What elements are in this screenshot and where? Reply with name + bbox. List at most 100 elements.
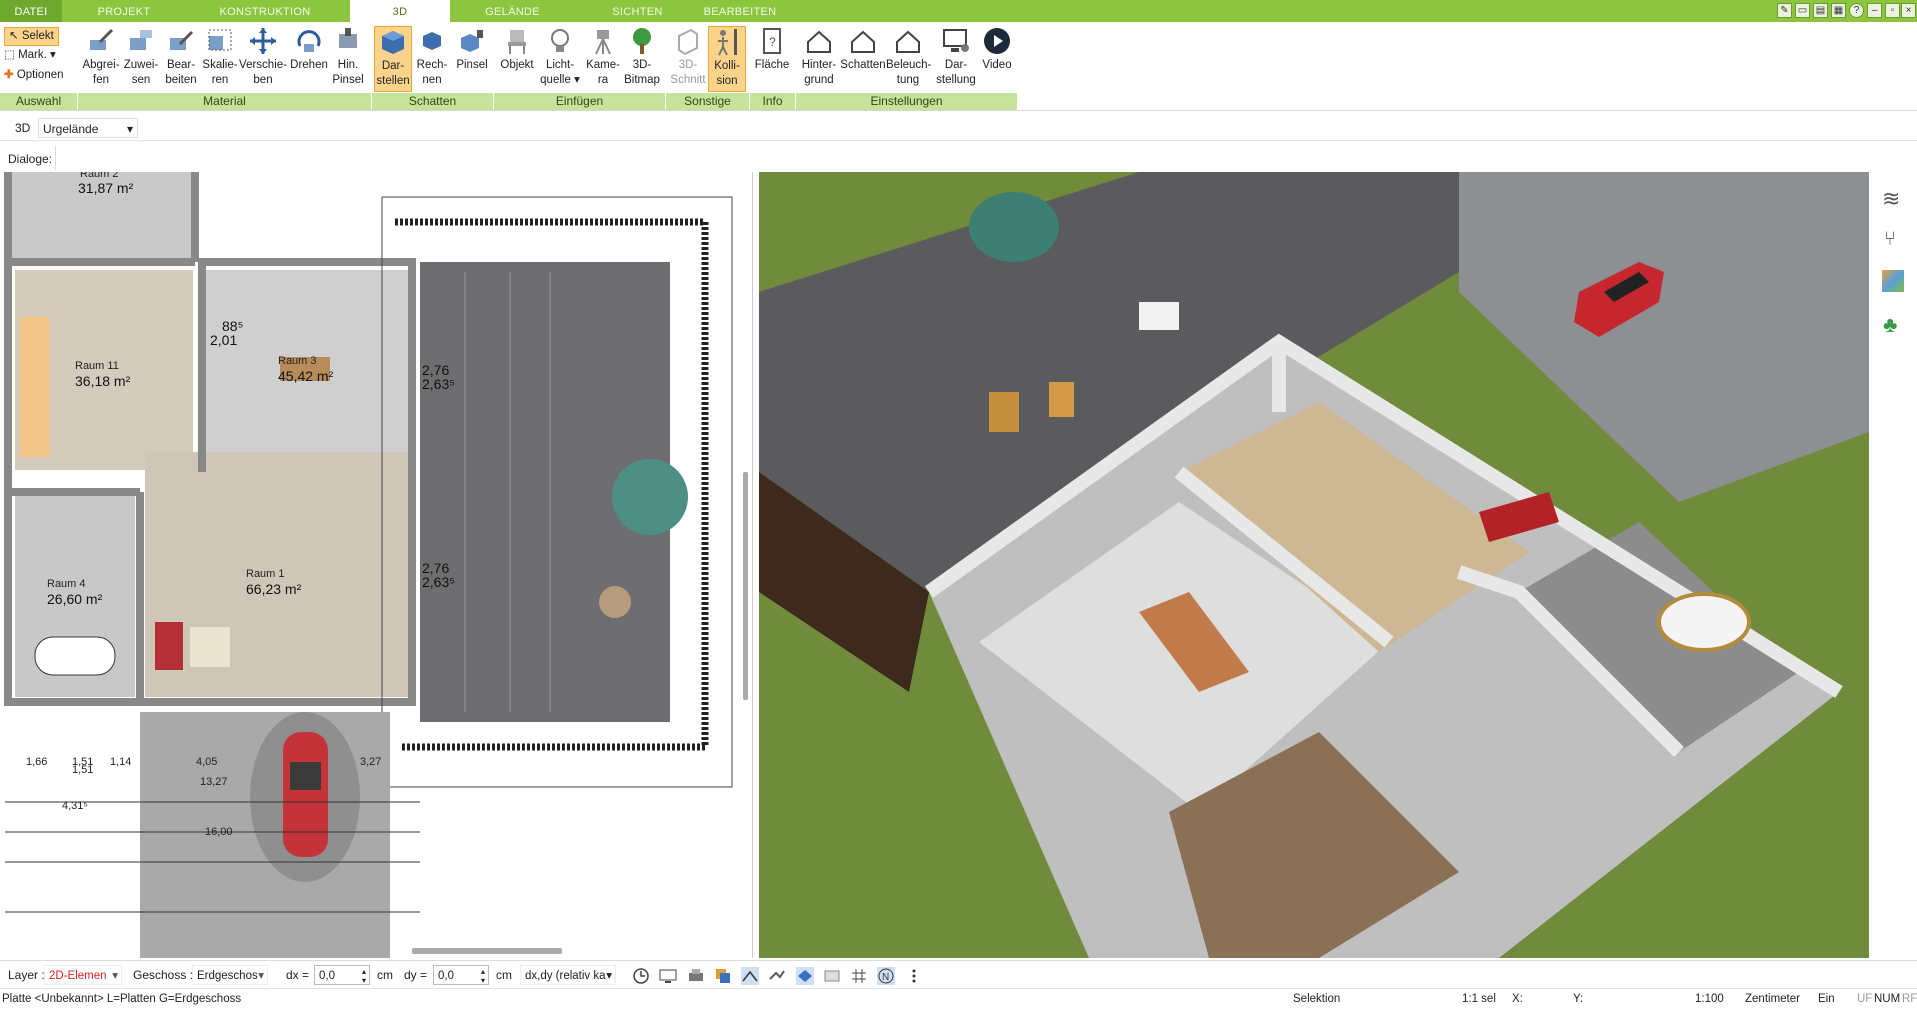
tab-3d[interactable]: 3D [350,0,450,22]
help-icon[interactable]: ? [1849,3,1864,18]
hintergrund-button[interactable]: Hinter-grund [797,26,841,88]
chair-icon[interactable]: ⑂ [1884,228,1896,251]
beleuchtung-button[interactable]: Beleuch-tung [886,26,931,88]
pinsel-button[interactable]: Pinsel [452,26,492,73]
horizontal-scrollbar[interactable] [412,948,562,954]
spinner-icon[interactable]: ▴ ▾ [481,967,485,985]
layer-select[interactable]: 2D-Elemen ▾ [44,965,122,985]
dx-input[interactable]: 0,0 ▴ ▾ [314,965,370,985]
layers-color-icon[interactable] [714,967,732,985]
status-x: X: [1512,993,1523,1005]
bearbeiten-button[interactable]: Bear-beiten [160,26,202,88]
label: Pinsel [332,74,364,86]
vertical-scrollbar[interactable] [743,472,748,700]
material-palette-icon[interactable] [1882,270,1904,292]
label: Bitmap [624,74,660,86]
selekt-button[interactable]: ↖ Selekt [4,27,59,46]
spinner-icon[interactable]: ▴ ▾ [362,967,366,985]
pen-icon[interactable]: ✎ [1777,3,1792,18]
hin-pinsel-button[interactable]: Hin. Pinsel [328,26,368,88]
drehen-button[interactable]: Drehen [288,26,330,73]
layer-label: Layer : [8,968,45,982]
tree-icon[interactable]: ♣ [1883,312,1897,338]
dialoge-label: Dialoge: [8,152,53,166]
room-area: 66,23 m² [246,581,302,597]
floor-plan-2d[interactable]: Raum 2 31,87 m² Raum 11 36,18 m² Raum 3 … [0,172,753,958]
label: Fläche [754,59,790,71]
label: quelle [540,74,571,86]
plane-icon[interactable] [796,967,814,985]
kollision-button[interactable]: Kolli-sion [708,26,746,92]
kamera-button[interactable]: Kame-ra [583,26,623,88]
section-cut-icon [678,28,698,56]
coordinate-mode-select[interactable]: dx,dy (relativ ka ▾ [520,965,616,985]
close-icon[interactable]: × [1901,3,1916,18]
group-material: Material [78,93,372,110]
more-options-icon[interactable] [905,967,923,985]
print-icon[interactable] [687,967,705,985]
folder-icon[interactable]: ▭ [1795,3,1810,18]
optionen-button[interactable]: ✚ Optionen [4,67,64,84]
label: Skalie- [202,59,238,71]
tab-gelaende[interactable]: GELÄNDE [450,0,575,22]
clock-icon[interactable] [632,967,650,985]
wall-snap-icon[interactable] [768,967,786,985]
lichtquelle-button[interactable]: Licht-quelle ▾ [538,26,582,88]
rechnen-button[interactable]: Rech-nen [413,26,451,88]
label: stellung [936,74,976,86]
layers-icon[interactable]: ≋ [1882,186,1900,212]
mark-button[interactable]: ⬚ Mark. ▾ [4,47,56,64]
tab-bearbeiten[interactable]: BEARBEITEN [700,0,780,22]
group-einfuegen: Einfügen [494,93,666,110]
darstellung-button[interactable]: Dar-stellung [933,26,979,88]
view-3d[interactable] [759,172,1869,958]
house-shadow-icon [851,30,875,53]
patio-chair [1049,382,1074,417]
label: sion [716,75,738,87]
cube-icon [382,31,404,54]
3d-schnitt-button[interactable]: 3D- Schnitt [668,26,708,88]
fill-pattern-icon[interactable] [823,967,841,985]
restore-icon[interactable]: ▫ [1885,3,1900,18]
objekt-button[interactable]: Objekt [496,26,538,73]
room-area: 36,18 m² [75,373,131,389]
mark-icon: ⬚ [4,49,15,61]
label: Zuwei- [123,59,159,71]
zuweisen-button[interactable]: Zuwei-sen [121,26,161,88]
tab-sichten[interactable]: SICHTEN [580,0,695,22]
edit-material-icon [170,30,194,50]
verschieben-button[interactable]: Verschie-ben [237,26,289,88]
patio-table [1139,302,1179,330]
video-button[interactable]: Video [977,26,1017,73]
darstellen-button[interactable]: Dar-stellen [374,26,412,92]
monitor-icon[interactable] [659,967,677,985]
label: Schatten [840,59,886,71]
skalieren-button[interactable]: Skalie-ren [200,26,240,88]
label: Dar- [944,59,968,71]
lightbulb-icon [551,29,569,52]
windows-icon[interactable]: ▤ [1813,3,1828,18]
tab-konstruktion[interactable]: KONSTRUKTION [190,0,340,22]
floor-plan-drawing [4,172,733,958]
tab-projekt[interactable]: PROJEKT [64,0,184,22]
north-icon[interactable]: N [877,967,895,985]
group-sonstige: Sonstige [666,93,750,110]
label: Rech- [416,59,448,71]
dx-unit: cm [377,968,393,982]
grid-icon[interactable] [850,967,868,985]
dy-label: dy = [404,968,428,982]
dy-input[interactable]: 0,0 ▴ ▾ [433,965,489,985]
terrain-select[interactable]: Urgelände ▾ [38,118,138,138]
tab-datei[interactable]: DATEI [0,0,62,22]
flaeche-button[interactable]: ? Fläche [752,26,792,73]
dimension-label: 1,14 [110,756,132,768]
snap-line-icon[interactable] [741,967,759,985]
minimize-icon[interactable]: – [1867,3,1882,18]
geschoss-select[interactable]: Erdgeschos ▾ [192,965,268,985]
status-selektion: Selektion [1293,993,1341,1005]
3d-bitmap-button[interactable]: 3D- Bitmap [622,26,662,88]
layout-icon[interactable]: ▦ [1831,3,1846,18]
abgreifen-button[interactable]: Abgrei-fen [80,26,122,88]
terrain-select-value: Urgelände [43,122,99,136]
schatten-button[interactable]: Schatten [840,26,886,73]
